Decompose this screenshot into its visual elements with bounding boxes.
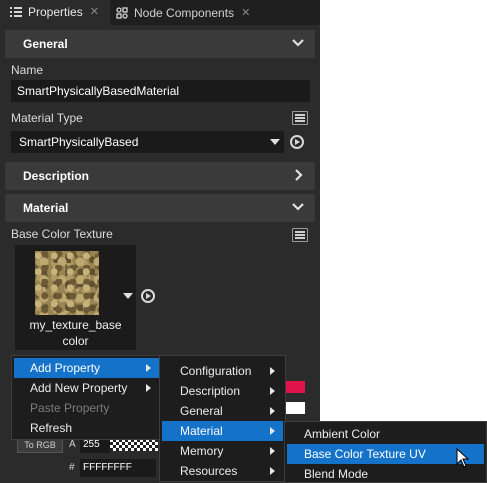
tab-node-components[interactable]: Node Components ✕ (111, 0, 261, 25)
section-general-label: General (23, 37, 68, 51)
hex-value: FFFFFFFF (83, 462, 132, 473)
submenu-arrow-icon (270, 407, 275, 415)
menu-item-add-property[interactable]: Add Property (14, 358, 159, 378)
submenu-arrow-icon (146, 364, 151, 372)
submenu-item-blend-mode[interactable]: Blend Mode (287, 464, 484, 483)
submenu-item-general[interactable]: General (162, 401, 283, 421)
menu-item-paste-property: Paste Property (14, 398, 159, 418)
section-material-label: Material (23, 201, 69, 215)
mouse-cursor-icon (456, 448, 470, 468)
color-swatch-white[interactable] (283, 402, 305, 414)
submenu-arrow-icon (270, 447, 275, 455)
section-description[interactable]: Description (5, 162, 315, 190)
menu-item-label: Refresh (30, 421, 73, 435)
go-to-icon[interactable] (141, 289, 155, 303)
name-field[interactable]: SmartPhysicallyBasedMaterial (11, 80, 310, 102)
submenu-arrow-icon (270, 467, 275, 475)
components-icon (116, 6, 128, 19)
menu-item-label: Add Property (30, 361, 101, 375)
submenu-item-material[interactable]: Material (162, 421, 283, 441)
material-type-dropdown[interactable]: SmartPhysicallyBased (11, 131, 284, 153)
menu-item-label: Blend Mode (304, 467, 369, 481)
menu-item-add-new-property[interactable]: Add New Property (14, 378, 159, 398)
context-menu: Add Property Add New Property Paste Prop… (11, 355, 162, 440)
category-submenu: Configuration Description General Materi… (159, 355, 286, 482)
name-label: Name (11, 63, 44, 77)
list-icon (10, 6, 22, 17)
submenu-arrow-icon (146, 384, 151, 392)
texture-preview-image (35, 251, 99, 315)
to-rgb-button[interactable]: To RGB (17, 438, 63, 453)
name-field-value: SmartPhysicallyBasedMaterial (17, 84, 180, 98)
submenu-arrow-icon (270, 427, 275, 435)
material-type-label: Material Type (11, 111, 83, 125)
submenu-item-resources[interactable]: Resources (162, 461, 283, 481)
close-icon[interactable]: ✕ (90, 5, 99, 18)
menu-item-refresh[interactable]: Refresh (14, 418, 159, 438)
section-description-label: Description (23, 169, 90, 183)
dropdown-arrow-icon (270, 139, 280, 145)
submenu-item-ambient-color[interactable]: Ambient Color (287, 424, 484, 444)
menu-item-label: Description (180, 384, 241, 398)
menu-item-label: Base Color Texture UV (304, 447, 426, 461)
menu-item-label: Resources (180, 464, 238, 478)
submenu-arrow-icon (270, 367, 275, 375)
tab-properties[interactable]: Properties ✕ (0, 0, 110, 25)
chevron-right-icon (295, 169, 303, 181)
submenu-arrow-icon (270, 387, 275, 395)
menu-item-label: Configuration (180, 364, 252, 378)
menu-item-label: Memory (180, 444, 224, 458)
tab-node-components-label: Node Components (134, 5, 235, 20)
texture-thumbnail[interactable]: my_texture_basecolor (15, 245, 136, 350)
submenu-item-base-color-texture-uv[interactable]: Base Color Texture UV (287, 444, 484, 464)
color-swatch-red[interactable] (283, 381, 305, 393)
property-menu-icon[interactable] (292, 228, 308, 242)
submenu-item-configuration[interactable]: Configuration (162, 361, 283, 381)
menu-item-label: Ambient Color (304, 427, 381, 441)
base-color-texture-label: Base Color Texture (11, 227, 113, 241)
alpha-checker-swatch (110, 439, 158, 451)
menu-item-label: Add New Property (30, 381, 128, 395)
go-to-icon[interactable] (290, 135, 304, 149)
hex-label: # (69, 462, 75, 473)
tab-bar: Properties ✕ Node Components ✕ (0, 0, 320, 25)
section-general[interactable]: General (5, 30, 315, 58)
close-icon[interactable]: ✕ (241, 6, 250, 19)
property-menu-icon[interactable] (292, 111, 308, 125)
menu-item-label: General (180, 404, 223, 418)
chevron-down-icon (292, 203, 304, 211)
hex-field[interactable]: FFFFFFFF (80, 459, 156, 477)
chevron-down-icon (292, 39, 304, 47)
texture-name: my_texture_basecolor (29, 318, 122, 348)
tab-properties-label: Properties (28, 4, 83, 19)
submenu-item-memory[interactable]: Memory (162, 441, 283, 461)
menu-item-label: Material (180, 424, 223, 438)
texture-dropdown-arrow-icon[interactable] (123, 293, 133, 299)
alpha-label: A (69, 439, 76, 450)
menu-item-label: Paste Property (30, 401, 110, 415)
section-material[interactable]: Material (5, 194, 315, 222)
material-type-value: SmartPhysicallyBased (19, 135, 139, 149)
alpha-value: 255 (83, 439, 100, 450)
submenu-item-description[interactable]: Description (162, 381, 283, 401)
